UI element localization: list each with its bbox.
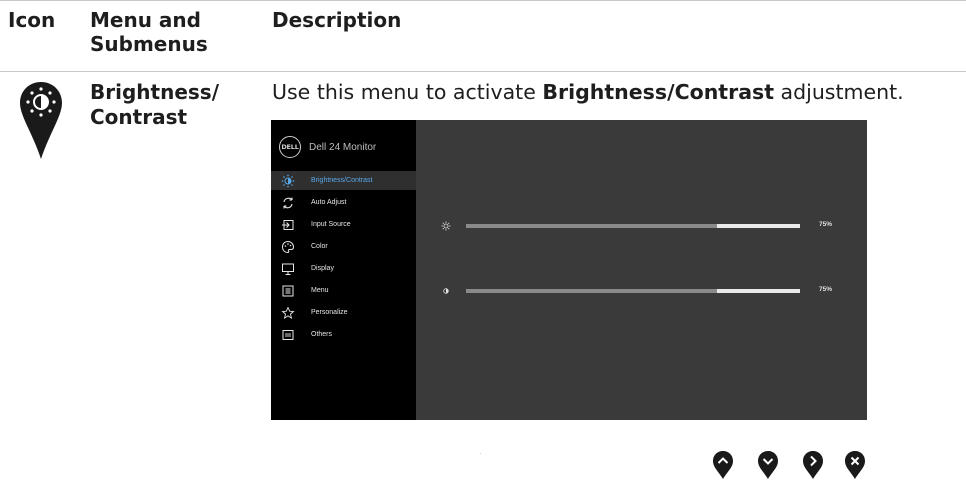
desc-suffix: adjustment. xyxy=(774,80,904,104)
sun-icon xyxy=(441,221,451,231)
down-arrow-button[interactable] xyxy=(757,450,779,480)
osd-menu-item-input-source[interactable]: Input Source xyxy=(271,215,416,234)
osd-menu-item-display[interactable]: Display xyxy=(271,259,416,278)
desc-bold: Brightness/Contrast xyxy=(542,80,775,104)
table-header-rule xyxy=(0,71,966,72)
osd-menu-label: Color xyxy=(311,243,328,250)
osd-sidebar: DELL Dell 24 Monitor Brightness/Contrast… xyxy=(271,120,416,420)
osd-menu-item-auto-adjust[interactable]: Auto Adjust xyxy=(271,193,416,212)
osd-menu-item-color[interactable]: Color xyxy=(271,237,416,256)
color-icon xyxy=(281,240,295,254)
osd-menu-item-menu[interactable]: Menu xyxy=(271,281,416,300)
osd-menu-item-personalize[interactable]: Personalize xyxy=(271,303,416,322)
dell-logo: DELL xyxy=(279,136,301,158)
desc-prefix: Use this menu to activate xyxy=(272,80,543,104)
osd-menu-item-brightness-contrast[interactable]: Brightness/Contrast xyxy=(271,171,416,190)
header-menu-line1: Menu and xyxy=(90,8,201,32)
close-button[interactable] xyxy=(844,450,866,480)
osd-menu-label: Input Source xyxy=(311,221,351,228)
display-icon xyxy=(281,262,295,276)
brightness-slider[interactable] xyxy=(466,224,800,228)
menu-icon xyxy=(281,284,295,298)
auto-adjust-icon xyxy=(281,196,295,210)
close-icon xyxy=(845,451,865,479)
up-arrow-button[interactable] xyxy=(712,450,734,480)
stray-dot xyxy=(480,453,481,454)
osd-menu-label: Display xyxy=(311,265,334,272)
others-icon xyxy=(281,328,295,342)
header-menu-line2: Submenus xyxy=(90,32,208,56)
contrast-icon xyxy=(441,286,451,296)
star-icon xyxy=(281,305,295,320)
input-source-icon xyxy=(281,218,295,232)
osd-menu-label: Auto Adjust xyxy=(311,199,347,206)
osd-menu-label: Menu xyxy=(311,287,329,294)
brightness-value: 75% xyxy=(819,221,833,228)
header-description: Description xyxy=(272,8,402,32)
right-arrow-button[interactable] xyxy=(802,450,824,480)
contrast-slider[interactable] xyxy=(466,289,800,293)
osd-menu-item-others[interactable]: Others xyxy=(271,325,416,344)
row-description: Use this menu to activate Brightness/Con… xyxy=(272,80,904,104)
menu-name-line1: Brightness/ xyxy=(90,80,219,104)
brightness-pin-icon xyxy=(18,80,64,162)
contrast-slider-row: 75% xyxy=(441,285,861,297)
brightness-slider-fill xyxy=(466,224,717,228)
osd-menu-label: Brightness/Contrast xyxy=(311,177,373,184)
osd-menu-label: Personalize xyxy=(311,309,348,316)
osd-title: Dell 24 Monitor xyxy=(309,141,377,153)
down-arrow-icon xyxy=(758,451,778,479)
brightness-slider-row: 75% xyxy=(441,220,861,232)
menu-name-line2: Contrast xyxy=(90,105,188,129)
osd-screen: DELL Dell 24 Monitor Brightness/Contrast… xyxy=(271,120,867,420)
header-icon: Icon xyxy=(8,8,56,32)
osd-menu-label: Others xyxy=(311,331,333,338)
contrast-value: 75% xyxy=(819,286,833,293)
up-arrow-icon xyxy=(713,451,733,479)
right-arrow-icon xyxy=(803,451,823,479)
brightness-icon xyxy=(281,174,295,188)
contrast-slider-fill xyxy=(466,289,717,293)
table-top-rule xyxy=(0,0,966,1)
osd-header: DELL Dell 24 Monitor xyxy=(279,135,376,159)
